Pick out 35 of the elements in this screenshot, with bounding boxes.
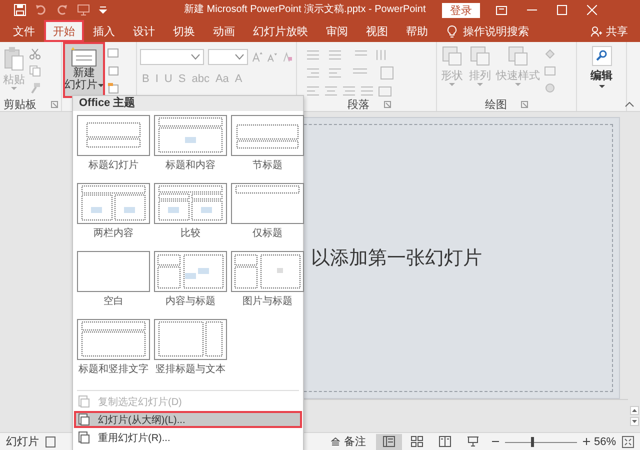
ribbon-tab[interactable]: 插入 [86, 22, 122, 40]
ribbon-tab[interactable]: 幻灯片放映 [246, 22, 315, 40]
layout-label: 图片与标题 [242, 295, 292, 308]
gallery-header: Office 主题 [73, 96, 303, 111]
layout-label: 内容与标题 [166, 295, 216, 308]
ribbon-tab[interactable]: 视图 [359, 22, 395, 40]
menu-item[interactable]: 重用幻灯片(R)... [74, 429, 302, 446]
layout-label: 竖排标题与文本 [156, 363, 226, 376]
ribbon-tab[interactable]: 帮助 [399, 22, 435, 40]
layout-label: 标题和内容 [166, 159, 216, 172]
group-label: 剪贴板 [4, 98, 36, 112]
layout-label: 两栏内容 [94, 227, 134, 240]
ribbon-tab[interactable]: 动画 [206, 22, 242, 40]
notes-button[interactable]: 备注 [330, 434, 366, 449]
group-label: 绘图 [485, 98, 507, 112]
ribbon-tab[interactable]: 设计 [126, 22, 162, 40]
layout-label: 标题幻灯片 [88, 159, 138, 172]
zoom-level[interactable]: 56% [594, 436, 616, 448]
menu-item[interactable]: 幻灯片(从大纲)(L)... [74, 411, 302, 428]
layout-label: 比较 [180, 227, 200, 240]
ribbon-tab[interactable]: 切换 [166, 22, 202, 40]
ribbon-tab[interactable]: 开始 [46, 22, 82, 40]
layout-label: 节标题 [252, 159, 282, 172]
share-button[interactable]: 共享 [606, 24, 628, 38]
ribbon-tab[interactable]: 文件 [6, 22, 42, 40]
layout-label: 仅标题 [252, 227, 282, 240]
window-title: 新建 Microsoft PowerPoint 演示文稿.pptx - PowerPoint [184, 3, 426, 17]
group-label: 段落 [348, 98, 370, 112]
ribbon-tab[interactable]: 审阅 [319, 22, 355, 40]
login-button[interactable]: 登录 [442, 2, 480, 18]
editing-button[interactable]: 编辑 [590, 46, 612, 89]
tell-me-search[interactable]: 操作说明搜索 [463, 24, 529, 38]
layout-label: 空白 [104, 295, 124, 308]
slide-status: 幻灯片 [6, 435, 39, 449]
new-slide-button[interactable]: 新建 幻灯片 [65, 44, 103, 96]
